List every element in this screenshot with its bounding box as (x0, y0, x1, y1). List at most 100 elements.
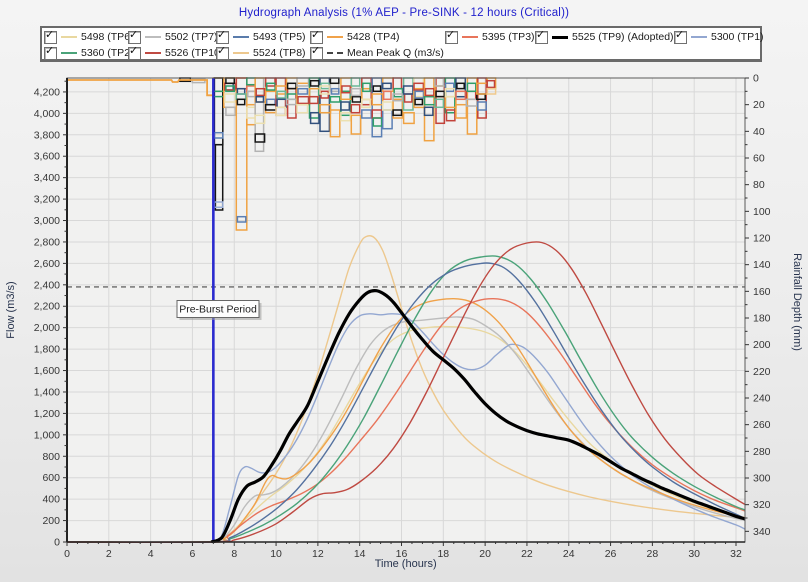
svg-text:28: 28 (647, 548, 659, 560)
svg-text:100: 100 (753, 206, 771, 218)
svg-text:1,200: 1,200 (34, 408, 60, 420)
legend-checkbox-2[interactable]: ✓ (216, 31, 229, 44)
svg-text:26: 26 (605, 548, 617, 560)
legend-item-6: ✓ 5300 (TP1) (674, 30, 764, 44)
svg-text:800: 800 (42, 451, 60, 463)
legend-item-7: ✓ 5360 (TP2) (44, 46, 134, 60)
legend-item-0: ✓ 5498 (TP6) (44, 30, 134, 44)
svg-text:0: 0 (753, 73, 759, 85)
svg-text:2: 2 (106, 548, 112, 560)
legend-label: 5525 (TP9) (Adopted) (572, 31, 674, 43)
svg-text:1,400: 1,400 (34, 386, 60, 398)
svg-text:3,400: 3,400 (34, 172, 60, 184)
legend-label: 5502 (TP7) (165, 31, 218, 43)
svg-text:2,800: 2,800 (34, 236, 60, 248)
svg-text:4,200: 4,200 (34, 86, 60, 98)
svg-text:18: 18 (437, 548, 449, 560)
svg-text:200: 200 (753, 339, 771, 351)
svg-text:20: 20 (479, 548, 491, 560)
legend-checkbox-0[interactable]: ✓ (44, 31, 57, 44)
svg-text:0: 0 (64, 548, 70, 560)
svg-text:280: 280 (753, 446, 771, 458)
svg-text:32: 32 (730, 548, 742, 560)
svg-text:300: 300 (753, 473, 771, 485)
legend-label: 5360 (TP2) (81, 47, 134, 59)
svg-text:320: 320 (753, 499, 771, 511)
svg-text:160: 160 (753, 286, 771, 298)
legend-item-9: ✓ 5524 (TP8) (216, 46, 306, 60)
svg-text:4: 4 (148, 548, 154, 560)
svg-text:24: 24 (563, 548, 575, 560)
svg-text:40: 40 (753, 126, 765, 138)
svg-text:3,200: 3,200 (34, 194, 60, 206)
legend-label: 5524 (TP8) (253, 47, 306, 59)
svg-text:180: 180 (753, 313, 771, 325)
svg-text:10: 10 (270, 548, 282, 560)
legend-checkbox-6[interactable]: ✓ (674, 31, 687, 44)
legend-label: 5526 (TP10) (165, 47, 223, 59)
x-axis-title: Time (hours) (375, 558, 437, 570)
legend-label: 5428 (TP4) (347, 31, 400, 43)
svg-text:8: 8 (231, 548, 237, 560)
svg-text:120: 120 (753, 233, 771, 245)
legend-swatch-7 (61, 52, 77, 54)
svg-text:3,600: 3,600 (34, 151, 60, 163)
legend-label: 5493 (TP5) (253, 31, 306, 43)
legend-item-10: ✓ Mean Peak Q (m3/s) (310, 46, 444, 60)
legend-checkbox-4[interactable]: ✓ (445, 31, 458, 44)
preburst-annotation: Pre-Burst Period (177, 301, 262, 321)
svg-text:600: 600 (42, 472, 60, 484)
legend-item-1: ✓ 5502 (TP7) (128, 30, 218, 44)
legend-panel: ✓5498 (TP6)✓5502 (TP7)✓5493 (TP5)✓5428 (… (40, 26, 762, 62)
svg-text:0: 0 (54, 537, 60, 549)
svg-text:6: 6 (190, 548, 196, 560)
legend-checkbox-9[interactable]: ✓ (216, 47, 229, 60)
hydrograph-window: { "window": { "title": "Hydrograph Analy… (0, 0, 808, 582)
legend-label: 5300 (TP1) (711, 31, 764, 43)
y-axis-title-rainfall: Rainfall Depth (mm) (791, 253, 803, 351)
legend-checkbox-5[interactable]: ✓ (535, 31, 548, 44)
svg-text:2,400: 2,400 (34, 279, 60, 291)
legend-swatch-2 (233, 36, 249, 38)
svg-text:220: 220 (753, 366, 771, 378)
legend-swatch-3 (327, 36, 343, 38)
svg-text:260: 260 (753, 419, 771, 431)
plot-background (67, 78, 745, 542)
svg-text:1,000: 1,000 (34, 429, 60, 441)
legend-label: Mean Peak Q (m3/s) (347, 47, 444, 59)
svg-text:4,000: 4,000 (34, 108, 60, 120)
svg-text:14: 14 (354, 548, 366, 560)
svg-text:2,000: 2,000 (34, 322, 60, 334)
svg-text:3,800: 3,800 (34, 129, 60, 141)
legend-swatch-4 (462, 36, 478, 38)
svg-text:2,600: 2,600 (34, 258, 60, 270)
legend-checkbox-10[interactable]: ✓ (310, 47, 323, 60)
legend-swatch-10 (327, 52, 343, 54)
legend-item-3: ✓ 5428 (TP4) (310, 30, 400, 44)
legend-checkbox-7[interactable]: ✓ (44, 47, 57, 60)
svg-text:200: 200 (42, 515, 60, 527)
svg-text:400: 400 (42, 494, 60, 506)
legend-swatch-9 (233, 52, 249, 54)
svg-text:240: 240 (753, 393, 771, 405)
svg-text:340: 340 (753, 526, 771, 538)
svg-text:Pre-Burst Period: Pre-Burst Period (179, 304, 257, 316)
legend-swatch-6 (691, 36, 707, 38)
svg-text:60: 60 (753, 153, 765, 165)
chart-title: Hydrograph Analysis (1% AEP - Pre-SINK -… (0, 7, 808, 19)
legend-swatch-1 (145, 36, 161, 38)
svg-text:12: 12 (312, 548, 324, 560)
legend-item-4: ✓ 5395 (TP3) (445, 30, 535, 44)
legend-checkbox-3[interactable]: ✓ (310, 31, 323, 44)
legend-checkbox-1[interactable]: ✓ (128, 31, 141, 44)
svg-text:3,000: 3,000 (34, 215, 60, 227)
svg-text:2,200: 2,200 (34, 301, 60, 313)
svg-text:20: 20 (753, 99, 765, 111)
legend-checkbox-8[interactable]: ✓ (128, 47, 141, 60)
legend-label: 5395 (TP3) (482, 31, 535, 43)
legend-item-8: ✓ 5526 (TP10) (128, 46, 223, 60)
svg-text:1,600: 1,600 (34, 365, 60, 377)
legend-label: 5498 (TP6) (81, 31, 134, 43)
svg-text:80: 80 (753, 179, 765, 191)
svg-text:1,800: 1,800 (34, 344, 60, 356)
